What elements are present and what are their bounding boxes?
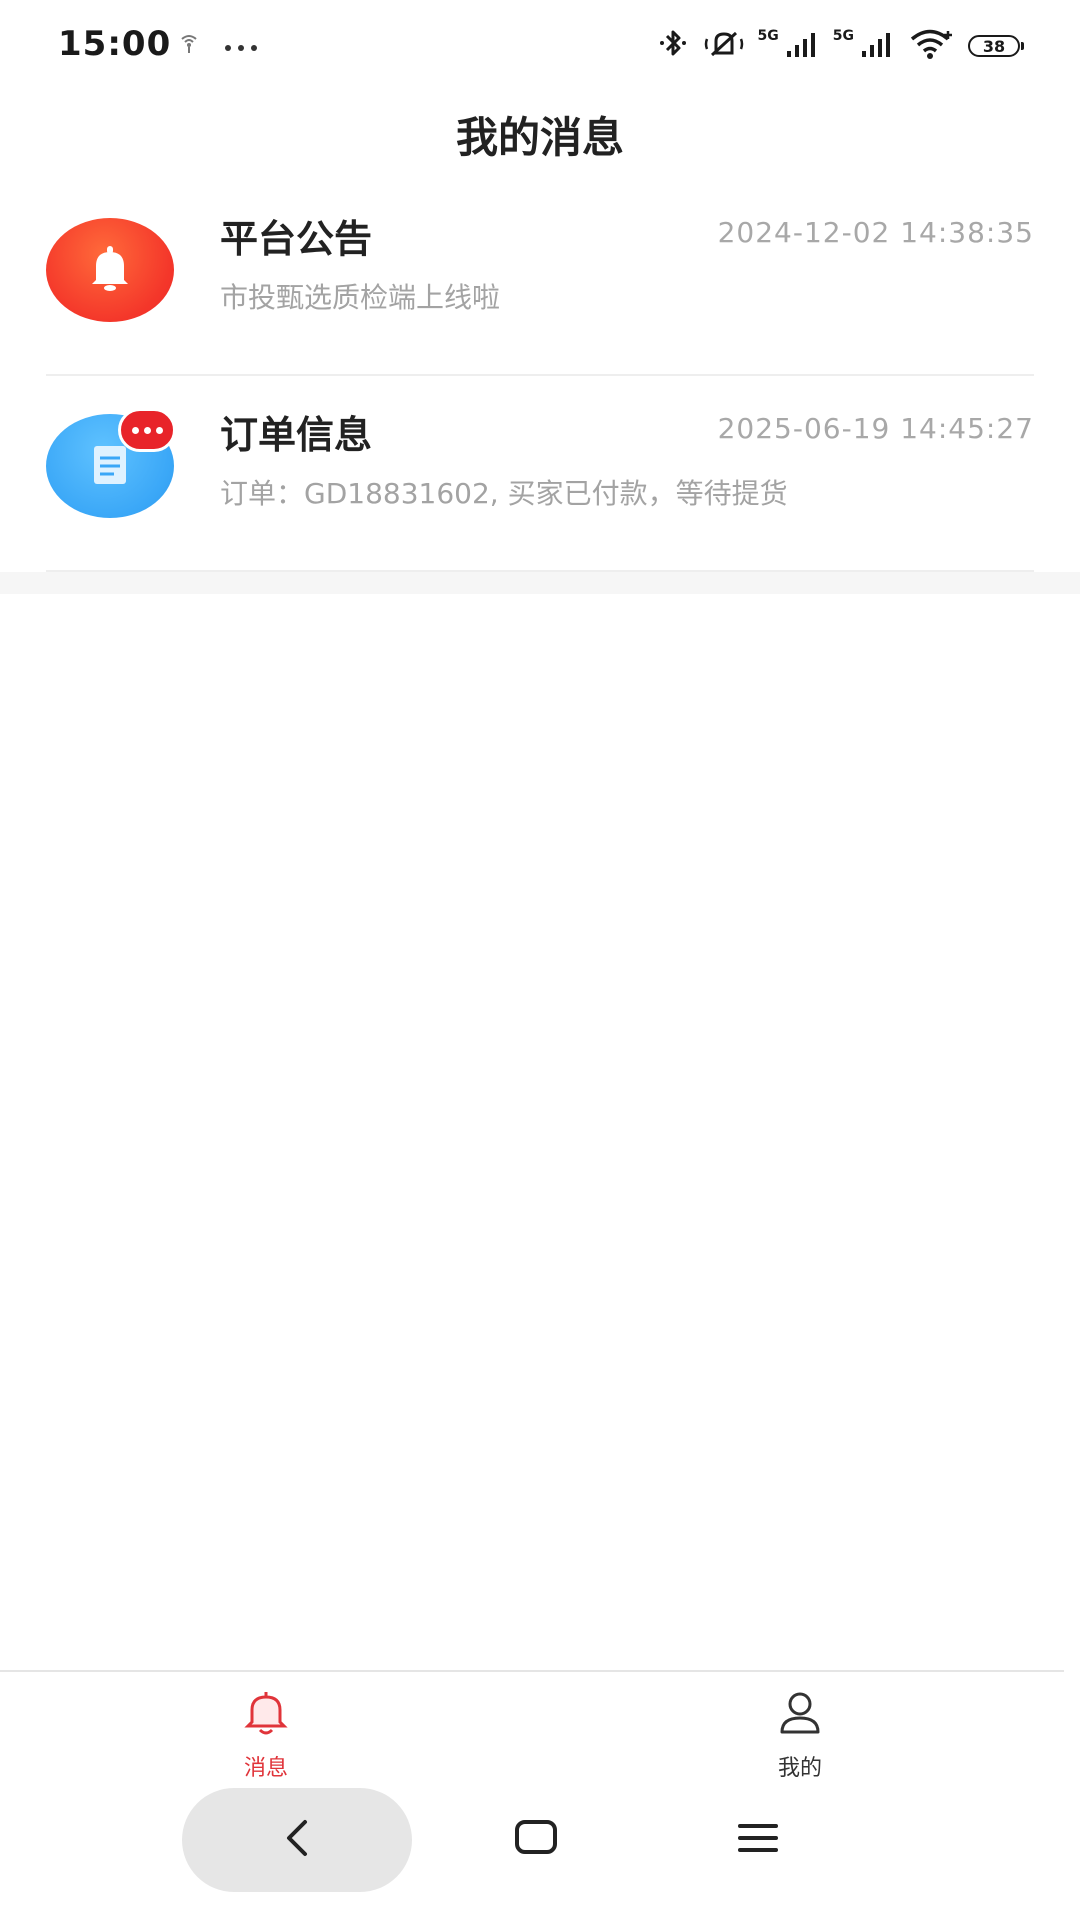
tab-label: 消息 bbox=[243, 1756, 288, 1781]
message-title: 平台公告 bbox=[220, 217, 373, 261]
mute-icon bbox=[702, 27, 746, 65]
back-button[interactable] bbox=[182, 1788, 412, 1892]
message-item-announcement[interactable]: 平台公告 2024-12-02 14:38:35 市投甄选质检端上线啦 bbox=[46, 180, 1034, 376]
page-title: 我的消息 bbox=[455, 113, 624, 162]
network-label-1: 5G bbox=[757, 28, 779, 44]
system-navigation-bar bbox=[0, 1788, 1080, 1920]
user-icon bbox=[774, 1686, 826, 1742]
tab-label: 我的 bbox=[777, 1756, 822, 1781]
status-right-icons: 5G 5G 38 bbox=[656, 26, 1024, 66]
message-preview: 订单：GD18831602, 买家已付款，等待提货 bbox=[220, 477, 788, 510]
signal-icon bbox=[862, 31, 896, 61]
menu-button[interactable] bbox=[718, 1800, 798, 1880]
status-left-icons bbox=[180, 26, 258, 66]
unread-badge bbox=[118, 408, 176, 452]
list-bottom-divider bbox=[0, 572, 1080, 594]
tab-messages[interactable]: 消息 bbox=[196, 1686, 336, 1782]
more-dots-icon bbox=[224, 37, 258, 56]
status-bar: 15:00 5G 5G 38 bbox=[0, 0, 1080, 90]
battery-icon: 38 bbox=[968, 35, 1024, 57]
bell-outline-icon bbox=[240, 1686, 292, 1742]
message-time: 2024-12-02 14:38:35 bbox=[717, 216, 1034, 249]
message-title: 订单信息 bbox=[220, 413, 373, 457]
back-icon bbox=[277, 1816, 317, 1864]
app-screen: 15:00 5G 5G 38 我的消息 平台公告 2024-12-02 14:3… bbox=[0, 0, 1080, 1920]
tab-mine[interactable]: 我的 bbox=[730, 1686, 870, 1782]
message-time: 2025-06-19 14:45:27 bbox=[717, 412, 1034, 445]
bluetooth-icon bbox=[656, 27, 690, 65]
hotspot-icon bbox=[180, 33, 198, 59]
wifi-icon bbox=[908, 27, 956, 65]
status-time: 15:00 bbox=[58, 24, 172, 64]
bottom-tab-bar: 消息 我的 bbox=[0, 1670, 1064, 1790]
menu-icon bbox=[736, 1820, 780, 1860]
message-preview: 市投甄选质检端上线啦 bbox=[220, 281, 501, 314]
signal-icon bbox=[786, 31, 821, 61]
announcement-avatar bbox=[46, 218, 174, 322]
home-icon bbox=[513, 1818, 559, 1862]
home-button[interactable] bbox=[496, 1800, 576, 1880]
bell-icon bbox=[82, 240, 138, 300]
message-item-order[interactable]: 订单信息 2025-06-19 14:45:27 订单：GD18831602, … bbox=[46, 376, 1034, 572]
network-label-2: 5G bbox=[832, 28, 854, 44]
